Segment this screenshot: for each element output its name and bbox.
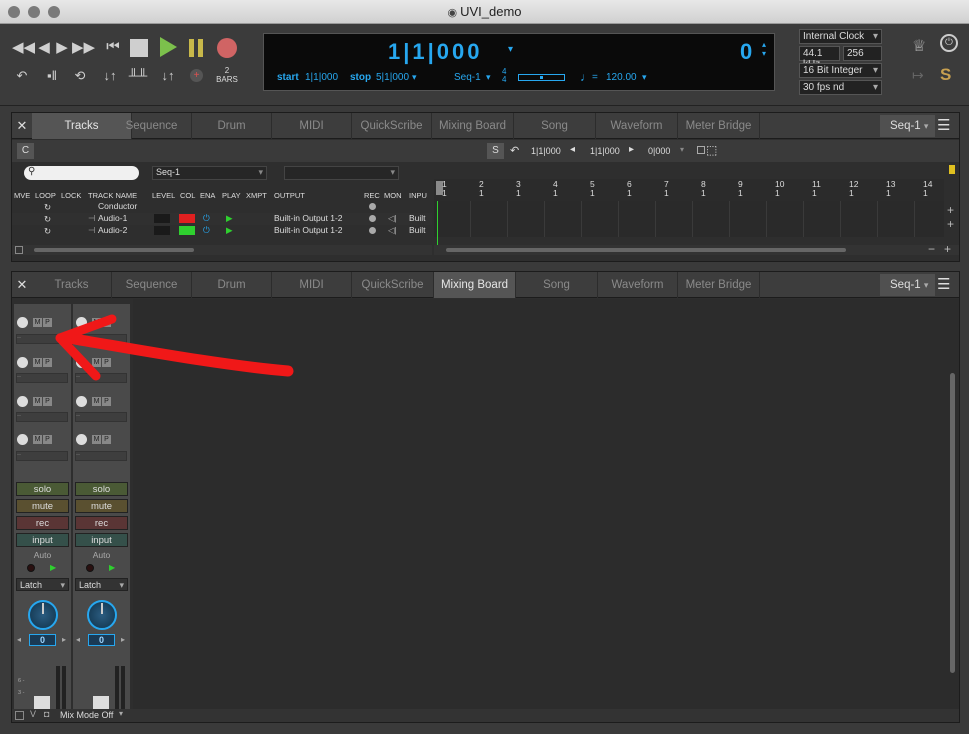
annotation-arrow	[55, 314, 294, 381]
annotation-arrow-shaft	[62, 332, 294, 377]
annotation-arrow-head-upper	[55, 314, 117, 343]
app-window: ◉ UVI_demo ◀◀ ◀ ▶ ▶▶ ⏮ ↶ ▪‖ ⟲ ↓↑ ╨╨ ↓↑ +…	[0, 0, 969, 734]
